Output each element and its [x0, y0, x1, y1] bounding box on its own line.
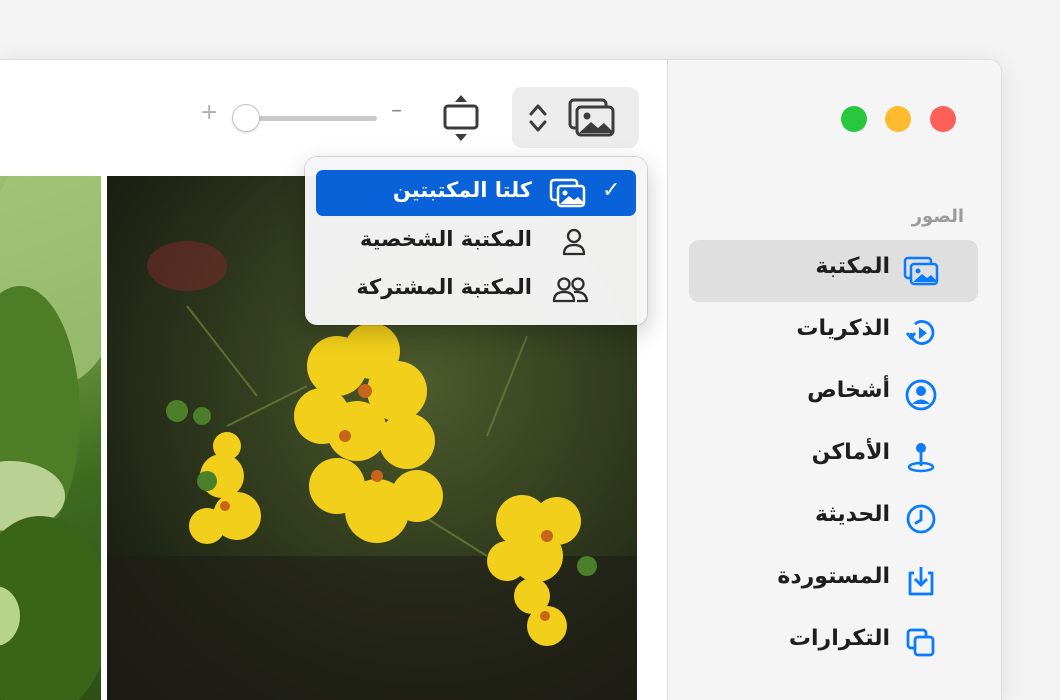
people-circle-icon: [905, 379, 937, 411]
photos-window: + – الصور المكتبة الذكريات أشخاص الأماكن…: [0, 60, 1001, 700]
sidebar-item-places[interactable]: الأماكن: [689, 426, 978, 488]
sidebar-item-label: الأماكن: [811, 440, 890, 465]
sidebar-item-label: المستوردة: [777, 564, 890, 589]
zoom-slider-thumb[interactable]: [232, 104, 260, 132]
sidebar-item-library[interactable]: المكتبة: [689, 240, 978, 302]
sidebar-item-recents[interactable]: الحديثة: [689, 488, 978, 550]
photo-library-icon: [568, 98, 615, 137]
library-icon: [903, 256, 939, 286]
duplicates-icon: [906, 628, 935, 657]
chevron-up-down-icon: [529, 104, 547, 132]
menu-item-both-libraries[interactable]: ✓ كلتا المكتبتين: [316, 170, 636, 216]
sidebar-item-people[interactable]: أشخاص: [689, 364, 978, 426]
sidebar: الصور المكتبة الذكريات أشخاص الأماكن الح…: [667, 60, 1001, 700]
sidebar-item-memories[interactable]: الذكريات: [689, 302, 978, 364]
menu-item-label: المكتبة الشخصية: [359, 227, 532, 251]
zoom-window-button[interactable]: [841, 106, 867, 132]
library-menu: ✓ كلتا المكتبتين المكتبة الشخصية المكتبة…: [305, 157, 647, 325]
menu-item-shared-library[interactable]: المكتبة المشتركة: [316, 267, 636, 313]
menu-item-label: المكتبة المشتركة: [356, 275, 532, 299]
sidebar-item-imports[interactable]: المستوردة: [689, 550, 978, 612]
clock-icon: [906, 504, 936, 534]
zoom-out-button[interactable]: –: [391, 98, 402, 123]
menu-item-label: كلتا المكتبتين: [392, 178, 532, 202]
checkmark-icon: ✓: [602, 178, 621, 203]
close-window-button[interactable]: [930, 106, 956, 132]
zoom-slider[interactable]: [245, 116, 377, 121]
person-icon: [562, 228, 586, 256]
sidebar-item-label: المكتبة: [815, 254, 890, 279]
sidebar-section-title: الصور: [911, 206, 964, 227]
menu-item-personal-library[interactable]: المكتبة الشخصية: [316, 219, 636, 265]
photo-thumbnail-leaf[interactable]: [0, 176, 101, 700]
sidebar-item-label: الذكريات: [796, 316, 890, 341]
both-libraries-icon: [549, 178, 586, 208]
zoom-in-button[interactable]: +: [200, 100, 218, 125]
memories-icon: [905, 320, 935, 345]
library-switcher-button[interactable]: [512, 87, 639, 148]
sidebar-item-label: أشخاص: [807, 378, 890, 403]
sidebar-item-label: التكرارات: [788, 626, 890, 651]
aspect-fit-icon: [443, 95, 479, 141]
sidebar-item-duplicates[interactable]: التكرارات: [689, 612, 978, 674]
sidebar-item-label: الحديثة: [815, 502, 890, 527]
aspect-fit-button[interactable]: [441, 93, 481, 143]
import-icon: [908, 567, 934, 596]
people-icon: [552, 277, 588, 303]
places-pin-icon: [907, 443, 935, 473]
minimize-window-button[interactable]: [885, 106, 911, 132]
